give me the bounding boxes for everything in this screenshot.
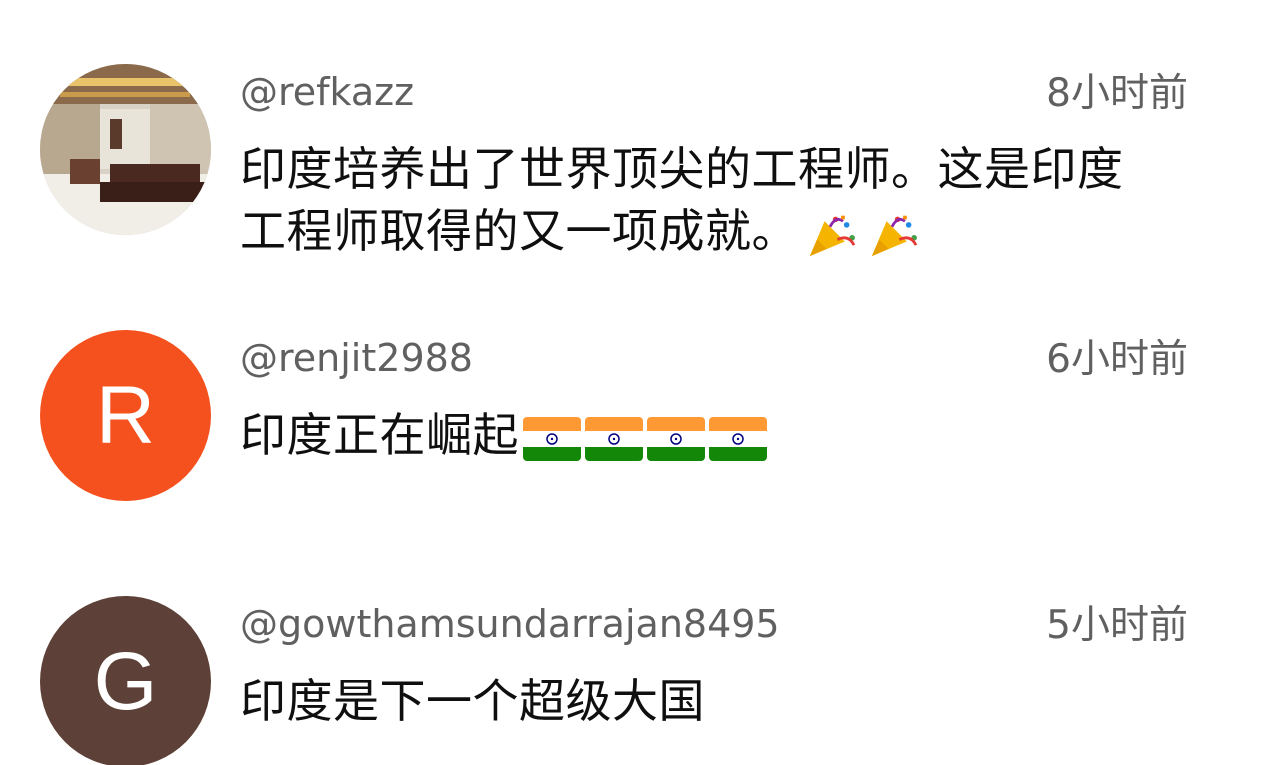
comment-text: 印度是下一个超级大国 bbox=[240, 670, 1200, 732]
avatar[interactable]: G bbox=[40, 596, 211, 765]
india-flag-icon bbox=[647, 416, 705, 461]
room-photo-avatar bbox=[40, 64, 211, 235]
comment-author[interactable]: @gowthamsundarrajan8495 bbox=[240, 600, 780, 648]
comment-timestamp: 6小时前 bbox=[1046, 337, 1188, 382]
comment-text-segment: 印度正在崛起 bbox=[240, 408, 519, 462]
avatar[interactable]: R bbox=[40, 330, 211, 501]
avatar-letter: G bbox=[93, 635, 158, 727]
avatar[interactable] bbox=[40, 64, 211, 235]
comment-text-line: 印度是下一个超级大国 bbox=[240, 674, 705, 728]
comment-text-segment: 工程师取得的又一项成就。 bbox=[240, 204, 798, 258]
party-popper-icon bbox=[809, 215, 856, 256]
comment-text-line: 印度培养出了世界顶尖的工程师。这是印度 bbox=[240, 142, 1124, 196]
party-popper-icon bbox=[871, 215, 918, 256]
comment-timestamp: 8小时前 bbox=[1046, 71, 1188, 116]
avatar-letter: R bbox=[95, 369, 156, 461]
india-flag-icon bbox=[523, 416, 581, 461]
india-flag-icon bbox=[709, 416, 767, 461]
comment-text: 印度正在崛起 bbox=[240, 404, 1200, 466]
comment-author[interactable]: @renjit2988 bbox=[240, 334, 473, 382]
comment-text-line: 印度正在崛起 bbox=[240, 404, 1200, 466]
india-flag-icon bbox=[585, 416, 643, 461]
comment-author[interactable]: @refkazz bbox=[240, 68, 414, 116]
comment-text-line: 工程师取得的又一项成就。 bbox=[240, 200, 1200, 262]
comment-text: 印度培养出了世界顶尖的工程师。这是印度 工程师取得的又一项成就。 bbox=[240, 138, 1200, 262]
comment-timestamp: 5小时前 bbox=[1046, 603, 1188, 648]
comments-list: @refkazz 8小时前 印度培养出了世界顶尖的工程师。这是印度 工程师取得的… bbox=[0, 0, 1276, 765]
